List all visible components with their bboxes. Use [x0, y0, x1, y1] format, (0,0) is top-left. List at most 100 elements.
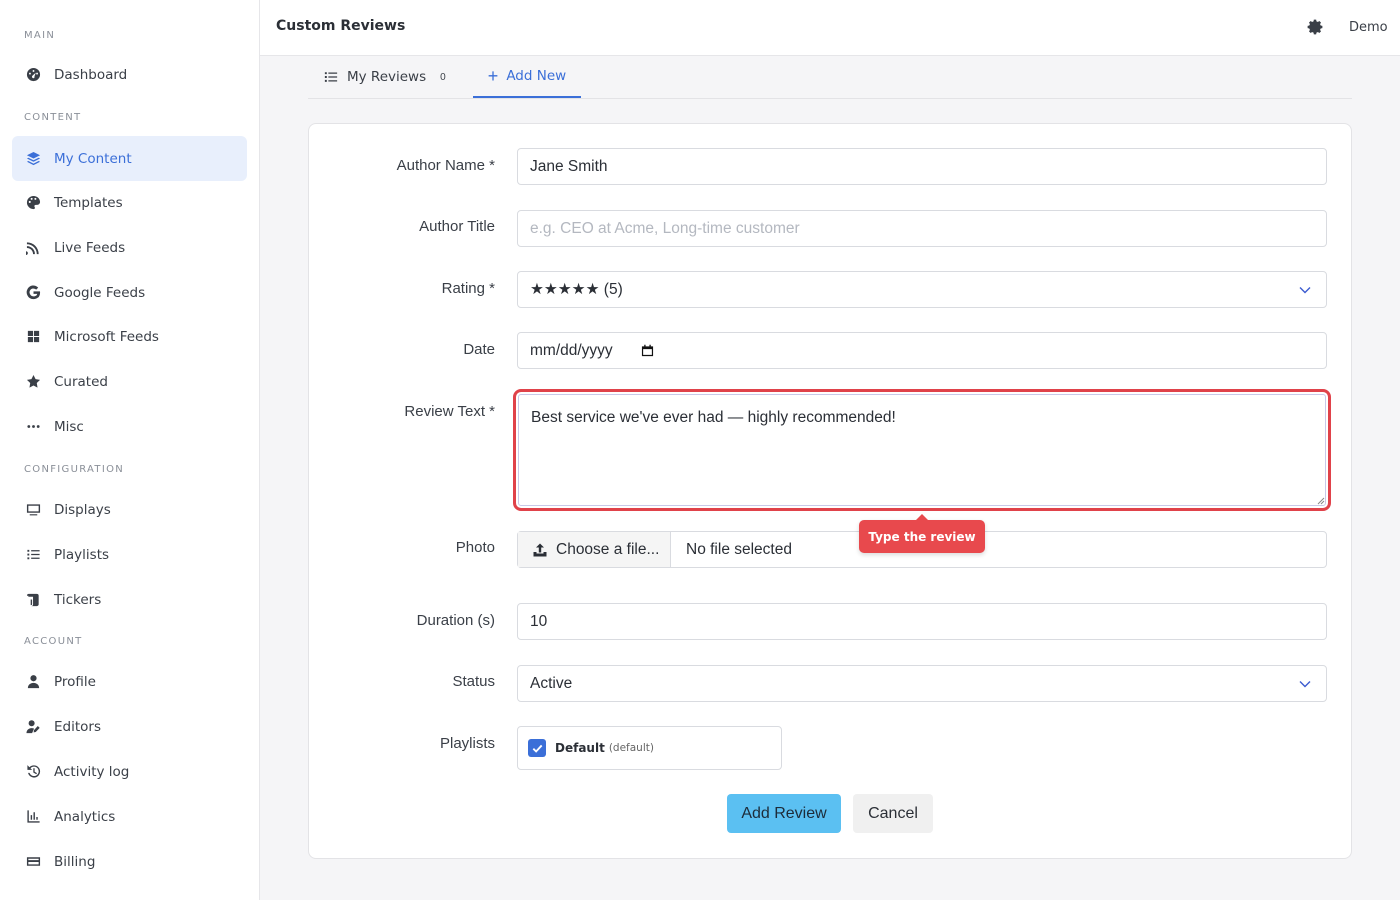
sidebar-item-tickers[interactable]: Tickers — [12, 577, 247, 622]
playlist-default-note: (default) — [608, 742, 654, 754]
review-count-badge: 0 — [440, 71, 446, 83]
status-select[interactable]: Active — [517, 665, 1327, 702]
sidebar-item-profile[interactable]: Profile — [12, 659, 247, 704]
playlist-default-label: Default — [555, 741, 605, 755]
sidebar-item-label: Templates — [54, 194, 123, 211]
sidebar-item-playlists[interactable]: Playlists — [12, 532, 247, 577]
chart-icon — [25, 809, 41, 825]
sidebar-item-my-content[interactable]: My Content — [12, 136, 247, 181]
sidebar-item-label: Live Feeds — [54, 239, 126, 256]
calendar-icon — [641, 344, 653, 357]
tab-label: My Reviews — [347, 69, 427, 85]
date-placeholder: mm/dd/yyyy — [530, 341, 613, 359]
section-label-configuration: CONFIGURATION — [24, 464, 125, 475]
sidebar-item-live-feeds[interactable]: Live Feeds — [12, 225, 247, 270]
sidebar-item-label: Tickers — [54, 591, 102, 608]
top-bar: Custom Reviews Demo — [260, 0, 1400, 56]
upload-icon — [533, 543, 547, 556]
list-icon — [324, 72, 338, 82]
layers-icon — [25, 151, 41, 167]
tab-bar: My Reviews 0 + Add New — [308, 56, 1352, 99]
tab-label: Add New — [506, 68, 567, 84]
sidebar-item-analytics[interactable]: Analytics — [12, 794, 247, 839]
author-name-input[interactable]: Jane Smith — [517, 148, 1327, 185]
sidebar-item-dashboard[interactable]: Dashboard — [12, 52, 247, 97]
monitor-icon — [25, 502, 41, 518]
user-menu[interactable]: Demo — [1349, 20, 1388, 35]
section-label-main: MAIN — [24, 30, 56, 41]
section-label-account: ACCOUNT — [24, 636, 83, 647]
choose-file-label: Choose a file... — [556, 540, 660, 558]
sidebar-item-google-feeds[interactable]: Google Feeds — [12, 270, 247, 315]
sidebar-item-label: Editors — [54, 718, 101, 735]
dashboard-icon — [25, 67, 41, 83]
sidebar-item-label: Profile — [54, 673, 96, 690]
add-review-button[interactable]: Add Review — [727, 794, 841, 833]
sidebar-item-displays[interactable]: Displays — [12, 487, 247, 532]
sidebar-item-label: Curated — [54, 373, 108, 390]
star-icon — [25, 374, 41, 390]
review-text-label: Review Text * — [404, 403, 495, 420]
sidebar-item-billing[interactable]: Billing — [12, 839, 247, 884]
playlists-label: Playlists — [439, 735, 495, 752]
review-text-input[interactable]: Best service we've ever had — highly rec… — [518, 394, 1326, 506]
ellipsis-icon — [25, 419, 41, 435]
file-name-text: No file selected — [686, 540, 792, 558]
sidebar-item-misc[interactable]: Misc — [12, 404, 247, 449]
satellite-icon — [25, 240, 41, 256]
sidebar-item-label: Activity log — [54, 763, 130, 780]
sidebar-item-label: Google Feeds — [54, 284, 146, 301]
plus-icon: + — [487, 65, 499, 86]
cancel-button[interactable]: Cancel — [853, 794, 933, 833]
status-value: Active — [530, 674, 573, 692]
tab-add-new[interactable]: + Add New — [473, 56, 581, 98]
credit-card-icon — [25, 854, 41, 870]
playlist-default-checkbox[interactable] — [528, 739, 546, 757]
duration-input[interactable]: 10 — [517, 603, 1327, 640]
section-label-content: CONTENT — [24, 112, 82, 123]
photo-label: Photo — [455, 539, 495, 556]
tab-my-reviews[interactable]: My Reviews 0 — [324, 56, 446, 98]
author-name-label: Author Name * — [396, 157, 495, 174]
review-text-highlight: Best service we've ever had — highly rec… — [513, 389, 1331, 511]
sidebar-item-label: Dashboard — [54, 66, 128, 83]
resize-handle-icon — [1317, 497, 1325, 505]
sidebar-item-editors[interactable]: Editors — [12, 704, 247, 749]
sidebar: MAIN Dashboard CONTENT My Content Templa… — [0, 0, 260, 900]
sidebar-item-label: Misc — [54, 418, 84, 435]
sidebar-item-label: Billing — [54, 853, 96, 870]
scroll-icon — [25, 592, 41, 608]
sidebar-item-label: Displays — [54, 501, 111, 518]
list-icon — [25, 547, 41, 563]
hint-tooltip: Type the review — [859, 514, 985, 553]
rating-select[interactable]: ★★★★★ (5) — [517, 271, 1327, 308]
rating-value: ★★★★★ (5) — [530, 281, 623, 298]
check-icon — [532, 744, 542, 753]
sidebar-item-templates[interactable]: Templates — [12, 180, 247, 225]
user-edit-icon — [25, 719, 41, 735]
chevron-down-icon — [1299, 287, 1311, 294]
user-icon — [25, 674, 41, 690]
rating-label: Rating * — [441, 280, 495, 297]
playlists-box: Default (default) — [517, 726, 782, 770]
history-icon — [25, 764, 41, 780]
status-label: Status — [452, 673, 495, 690]
chevron-down-icon — [1299, 681, 1311, 688]
windows-icon — [25, 329, 41, 345]
sidebar-item-microsoft-feeds[interactable]: Microsoft Feeds — [12, 314, 247, 359]
sidebar-item-activity-log[interactable]: Activity log — [12, 749, 247, 794]
sidebar-item-label: Microsoft Feeds — [54, 328, 159, 345]
date-label: Date — [463, 341, 495, 358]
author-title-label: Author Title — [419, 218, 495, 235]
gear-icon[interactable] — [1306, 18, 1324, 36]
choose-file-button[interactable]: Choose a file... — [518, 532, 671, 567]
google-icon — [25, 285, 41, 301]
page-title: Custom Reviews — [276, 18, 406, 34]
sidebar-item-label: Analytics — [54, 808, 116, 825]
author-title-input[interactable]: e.g. CEO at Acme, Long-time customer — [517, 210, 1327, 247]
sidebar-item-label: Playlists — [54, 546, 110, 563]
palette-icon — [25, 195, 41, 211]
sidebar-item-curated[interactable]: Curated — [12, 359, 247, 404]
date-input[interactable]: mm/dd/yyyy — [517, 332, 1327, 369]
sidebar-item-label: My Content — [54, 150, 132, 167]
